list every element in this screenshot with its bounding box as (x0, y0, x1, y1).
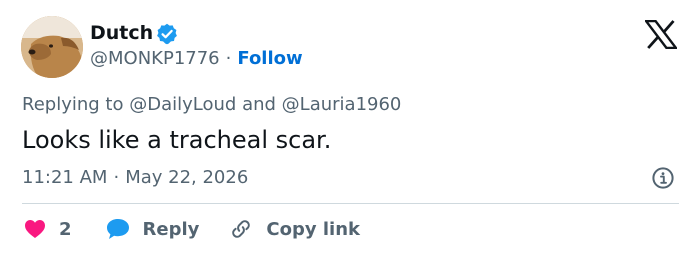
reply-bubble-icon (106, 219, 129, 239)
reply-context-conjunction: and (242, 94, 276, 115)
divider (22, 203, 679, 204)
tweet-text: Looks like a tracheal scar. (22, 126, 332, 154)
reply-button[interactable]: Reply (106, 218, 200, 240)
reply-context: Replying to @DailyLoud and @Lauria1960 (22, 92, 401, 118)
tweet-time: 11:21 AM (22, 167, 108, 188)
copy-link-button[interactable]: Copy link (229, 217, 360, 241)
mention-lauria1960[interactable]: @Lauria1960 (282, 94, 402, 115)
heart-icon (25, 220, 45, 238)
author-handle[interactable]: @MONKP1776 (90, 48, 220, 69)
link-icon (232, 220, 251, 238)
timestamp-separator: · (113, 167, 120, 188)
tweet-timestamp[interactable]: 11:21 AM · May 22, 2026 (22, 165, 248, 191)
info-icon[interactable] (651, 166, 675, 190)
x-logo-icon[interactable] (645, 20, 677, 49)
tweet-actions: 2 Reply Copy link (24, 214, 360, 244)
reply-context-prefix: Replying to (22, 94, 124, 115)
reply-label: Reply (142, 218, 200, 240)
mention-dailyloud[interactable]: @DailyLoud (129, 94, 236, 115)
author-name[interactable]: Dutch (90, 20, 153, 46)
author-handle-line: @MONKP1776 · Follow (90, 46, 303, 72)
like-count: 2 (59, 218, 72, 240)
avatar-image (21, 16, 83, 78)
tweet-date: May 22, 2026 (125, 167, 249, 188)
follow-button[interactable]: Follow (237, 48, 302, 69)
handle-separator: · (225, 48, 232, 69)
verified-badge-icon (157, 23, 177, 45)
copy-link-label: Copy link (266, 218, 360, 240)
like-button[interactable]: 2 (24, 219, 72, 240)
avatar[interactable] (21, 16, 83, 78)
